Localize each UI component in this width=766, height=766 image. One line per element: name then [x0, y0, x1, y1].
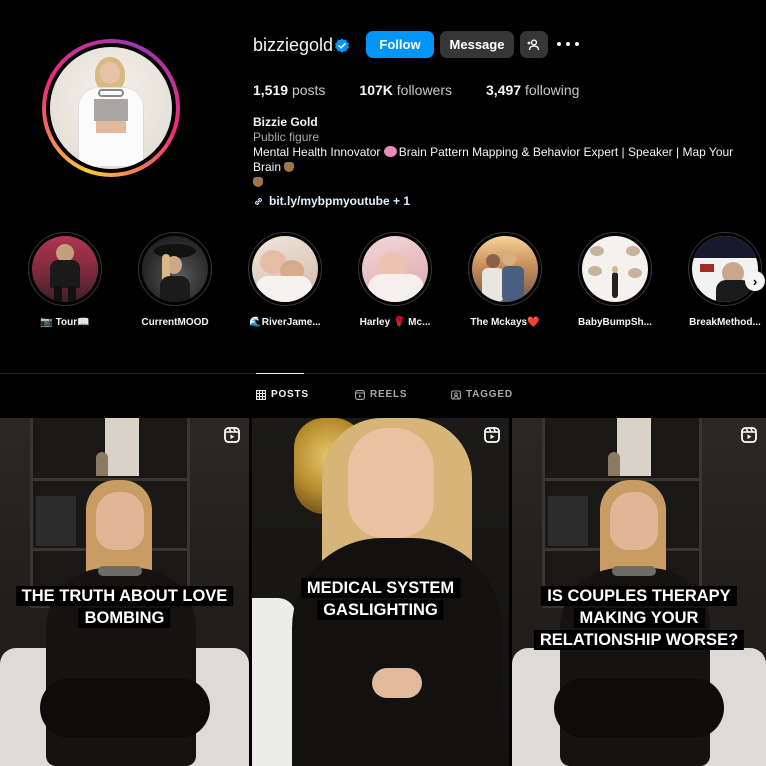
post-caption: MEDICAL SYSTEM GASLIGHTING	[300, 577, 461, 621]
highlight-item[interactable]: The Mckays❤️	[455, 232, 555, 328]
tab-posts[interactable]: POSTS	[256, 389, 309, 400]
highlight-label: Harley 🌹 Mc...	[359, 317, 431, 328]
highlight-label: 🌊RiverJame...	[249, 317, 321, 328]
highlight-item[interactable]: 🌊RiverJame...	[235, 232, 335, 328]
story-highlights: 📷 Tour📖 CurrentMOOD 🌊RiverJame... Harley…	[0, 232, 766, 332]
post-thumbnail[interactable]: IS COUPLES THERAPY MAKING YOUR RELATIONSHI…	[512, 418, 766, 766]
highlight-label: CurrentMOOD	[141, 317, 209, 328]
profile-full-name: Bizzie Gold	[253, 115, 318, 129]
highlight-item[interactable]: Harley 🌹 Mc...	[345, 232, 445, 328]
profile-stats: 1,519 posts 107K followers 3,497 followi…	[253, 82, 613, 98]
profile-category: Public figure	[253, 130, 320, 144]
post-thumbnail[interactable]: MEDICAL SYSTEM GASLIGHTING	[252, 418, 509, 766]
profile-avatar[interactable]	[42, 39, 180, 177]
posts-count[interactable]: 1,519 posts	[253, 82, 325, 98]
tagged-icon	[451, 389, 461, 400]
avatar-photo	[50, 47, 172, 169]
active-tab-indicator	[256, 373, 304, 374]
more-options-icon[interactable]	[557, 36, 579, 52]
highlight-label: The Mckays❤️	[470, 317, 540, 328]
highlight-item[interactable]: 📷 Tour📖	[15, 232, 115, 328]
profile-username: bizziegold	[253, 35, 334, 55]
pointing-hand-emoji-icon	[253, 177, 263, 187]
highlight-item[interactable]: CurrentMOOD	[125, 232, 225, 328]
highlight-label: BreakMethod...	[689, 317, 761, 328]
profile-description: Mental Health Innovator Brain Pattern Ma…	[253, 145, 734, 174]
message-button[interactable]: Message	[440, 31, 514, 58]
profile-bio: Bizzie Gold Public figure Mental Health …	[253, 115, 763, 209]
highlights-next-button[interactable]: ›	[745, 271, 765, 291]
post-thumbnail[interactable]: THE TRUTH ABOUT LOVE BOMBING	[0, 418, 249, 766]
pointing-hand-emoji-icon	[284, 162, 295, 172]
highlight-label: BabyBumpSh...	[578, 317, 652, 328]
followers-count[interactable]: 107K followers	[359, 82, 452, 98]
tab-reels[interactable]: REELS	[355, 389, 407, 400]
reel-icon	[224, 427, 240, 443]
reel-icon	[741, 427, 757, 443]
tab-tagged[interactable]: TAGGED	[451, 389, 513, 400]
profile-link[interactable]: bit.ly/mybpmyoutube + 1	[253, 194, 763, 209]
suggested-accounts-button[interactable]	[520, 31, 548, 58]
follow-button[interactable]: Follow	[366, 31, 434, 58]
highlight-label: 📷 Tour📖	[40, 317, 90, 328]
add-user-icon	[527, 38, 540, 50]
link-icon	[255, 198, 262, 205]
post-caption: IS COUPLES THERAPY MAKING YOUR RELATIONSHI…	[533, 585, 745, 651]
reels-icon	[355, 389, 365, 400]
brain-emoji-icon	[383, 146, 397, 157]
highlight-item[interactable]: BabyBumpSh...	[565, 232, 665, 328]
following-count[interactable]: 3,497 following	[486, 82, 579, 98]
verified-badge-icon	[335, 38, 349, 53]
reel-icon	[484, 427, 500, 443]
grid-icon	[256, 389, 266, 400]
tabs-divider	[0, 373, 766, 374]
post-caption: THE TRUTH ABOUT LOVE BOMBING	[15, 585, 234, 629]
